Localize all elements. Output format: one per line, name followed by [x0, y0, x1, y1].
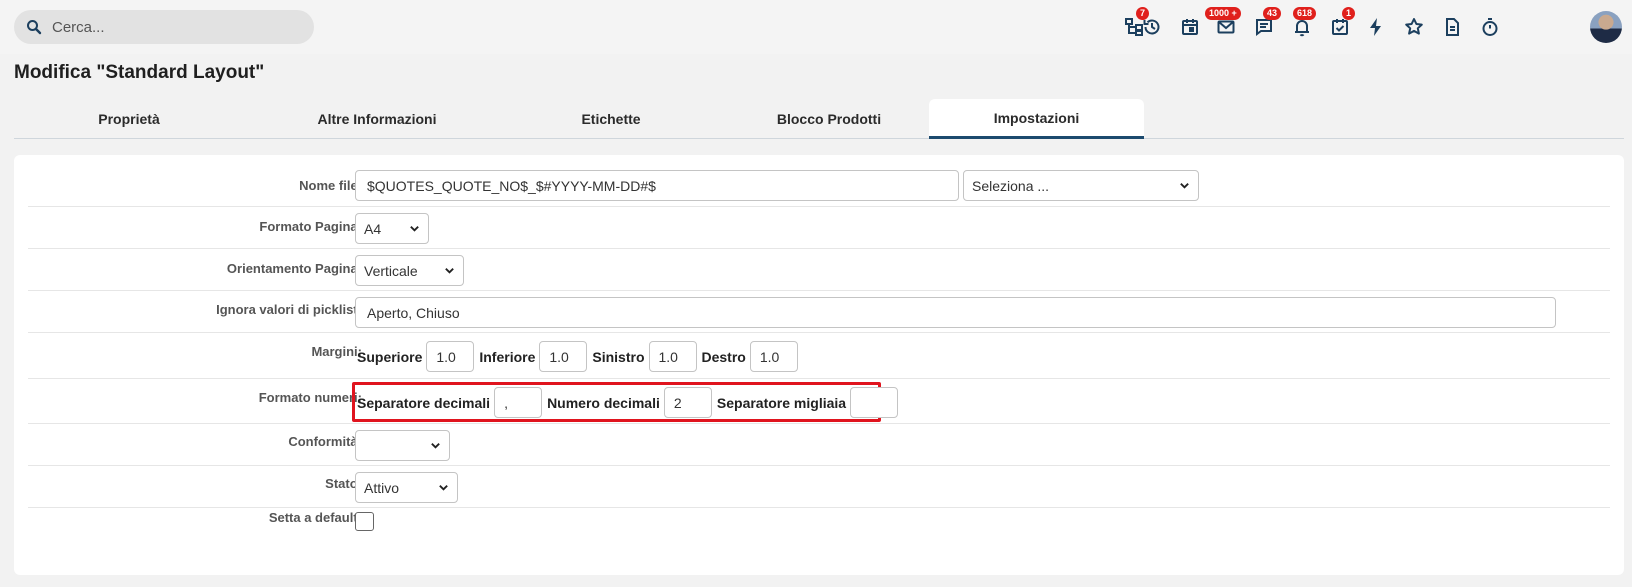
row-orientation: Orientamento Pagina: Verticale	[28, 249, 1610, 291]
calendar-button[interactable]	[1177, 14, 1203, 40]
thousands-separator-label: Separatore migliaia	[716, 394, 847, 411]
chevron-down-icon	[1180, 183, 1189, 189]
settings-card: Nome file: Seleziona ... Formato Pagina:…	[14, 155, 1624, 575]
top-bar: 7 1000 + 43 618 1	[0, 0, 1632, 54]
document-icon	[1446, 18, 1459, 36]
orientation-value: Verticale	[364, 262, 418, 279]
margin-bottom-input[interactable]	[539, 341, 588, 372]
set-default-label: Setta a default:	[268, 510, 362, 525]
row-set-default: Setta a default:	[28, 508, 1610, 558]
decimal-separator-label: Separatore decimali	[357, 394, 491, 411]
set-default-checkbox[interactable]	[355, 512, 374, 531]
decimals-count-input[interactable]	[663, 387, 712, 418]
row-filename: Nome file: Seleziona ...	[28, 165, 1610, 207]
margin-right-label: Destro	[701, 348, 746, 365]
tab-bar: Proprietà Altre Informazioni Etichette B…	[14, 99, 1624, 139]
calendar-icon	[1182, 19, 1198, 35]
row-status: Stato: Attivo	[28, 466, 1610, 508]
star-icon	[1405, 18, 1423, 35]
documents-button[interactable]	[1439, 14, 1465, 40]
timer-button[interactable]	[1477, 14, 1503, 40]
margin-left-label: Sinistro	[592, 348, 645, 365]
margin-bottom-label: Inferiore	[479, 348, 536, 365]
tasks-badge: 1	[1342, 7, 1356, 20]
filename-variable-select[interactable]: Seleziona ...	[963, 170, 1199, 201]
row-ignore-picklist: Ignora valori di picklist:	[28, 291, 1610, 333]
notifications-button[interactable]: 618	[1289, 7, 1317, 40]
filename-label: Nome file:	[299, 178, 362, 193]
user-avatar[interactable]	[1590, 11, 1622, 43]
number-format-label: Formato numeri:	[258, 390, 362, 405]
status-value: Attivo	[364, 479, 400, 496]
ignore-picklist-label: Ignora valori di picklist:	[216, 302, 362, 317]
chevron-down-icon	[431, 443, 440, 449]
search-input[interactable]	[52, 18, 292, 36]
page-format-select[interactable]: A4	[355, 213, 429, 244]
margin-left-input[interactable]	[648, 341, 697, 372]
page-title: Modifica "Standard Layout"	[14, 62, 265, 83]
tab-altre-informazioni[interactable]: Altre Informazioni	[262, 99, 492, 139]
conformity-label: Conformità:	[288, 434, 362, 449]
tasks-button[interactable]: 1	[1327, 7, 1356, 40]
chevron-down-icon	[410, 226, 419, 232]
chat-icon	[1256, 19, 1272, 36]
bell-icon	[1295, 20, 1309, 37]
row-conformity: Conformità:	[28, 424, 1610, 466]
tab-proprieta[interactable]: Proprietà	[14, 99, 244, 139]
page-format-value: A4	[364, 220, 382, 237]
lightning-icon	[1370, 18, 1381, 36]
mail-badge: 1000 +	[1205, 7, 1241, 20]
history-icon	[1143, 19, 1160, 35]
search-box[interactable]	[14, 10, 314, 44]
search-icon	[27, 20, 42, 35]
quick-actions-button[interactable]	[1363, 14, 1389, 40]
status-select[interactable]: Attivo	[355, 472, 458, 503]
chat-badge: 43	[1263, 7, 1282, 20]
chevron-down-icon	[439, 485, 448, 491]
filename-input[interactable]	[355, 170, 959, 201]
margins-label: Margini:	[311, 344, 362, 359]
orientation-label: Orientamento Pagina:	[226, 261, 362, 276]
tab-impostazioni[interactable]: Impostazioni	[929, 99, 1144, 139]
mail-button[interactable]: 1000 +	[1205, 7, 1241, 40]
chat-button[interactable]: 43	[1251, 7, 1282, 40]
chevron-down-icon	[445, 268, 454, 274]
notifications-badge: 618	[1293, 7, 1317, 20]
ignore-picklist-input[interactable]	[355, 297, 1556, 328]
margin-top-label: Superiore	[357, 348, 423, 365]
decimals-count-label: Numero decimali	[547, 394, 660, 411]
tab-blocco-prodotti[interactable]: Blocco Prodotti	[714, 99, 944, 139]
favorites-button[interactable]	[1401, 14, 1427, 40]
orientation-select[interactable]: Verticale	[355, 255, 464, 286]
thousands-separator-input[interactable]	[850, 387, 899, 418]
conformity-select[interactable]	[355, 430, 450, 461]
filename-select-value: Seleziona ...	[972, 177, 1050, 194]
row-page-format: Formato Pagina: A4	[28, 207, 1610, 249]
decimal-separator-input[interactable]	[494, 387, 543, 418]
tab-etichette[interactable]: Etichette	[511, 99, 711, 139]
margin-right-input[interactable]	[749, 341, 798, 372]
margin-top-input[interactable]	[426, 341, 475, 372]
mail-icon	[1217, 20, 1235, 34]
row-number-format: Formato numeri: Separatore decimali Nume…	[28, 379, 1610, 424]
task-check-icon	[1332, 19, 1348, 35]
history-button[interactable]	[1139, 14, 1165, 40]
page-format-label: Formato Pagina:	[259, 219, 362, 234]
row-margins: Margini: Superiore Inferiore Sinistro De…	[28, 333, 1610, 379]
stopwatch-icon	[1482, 18, 1498, 36]
